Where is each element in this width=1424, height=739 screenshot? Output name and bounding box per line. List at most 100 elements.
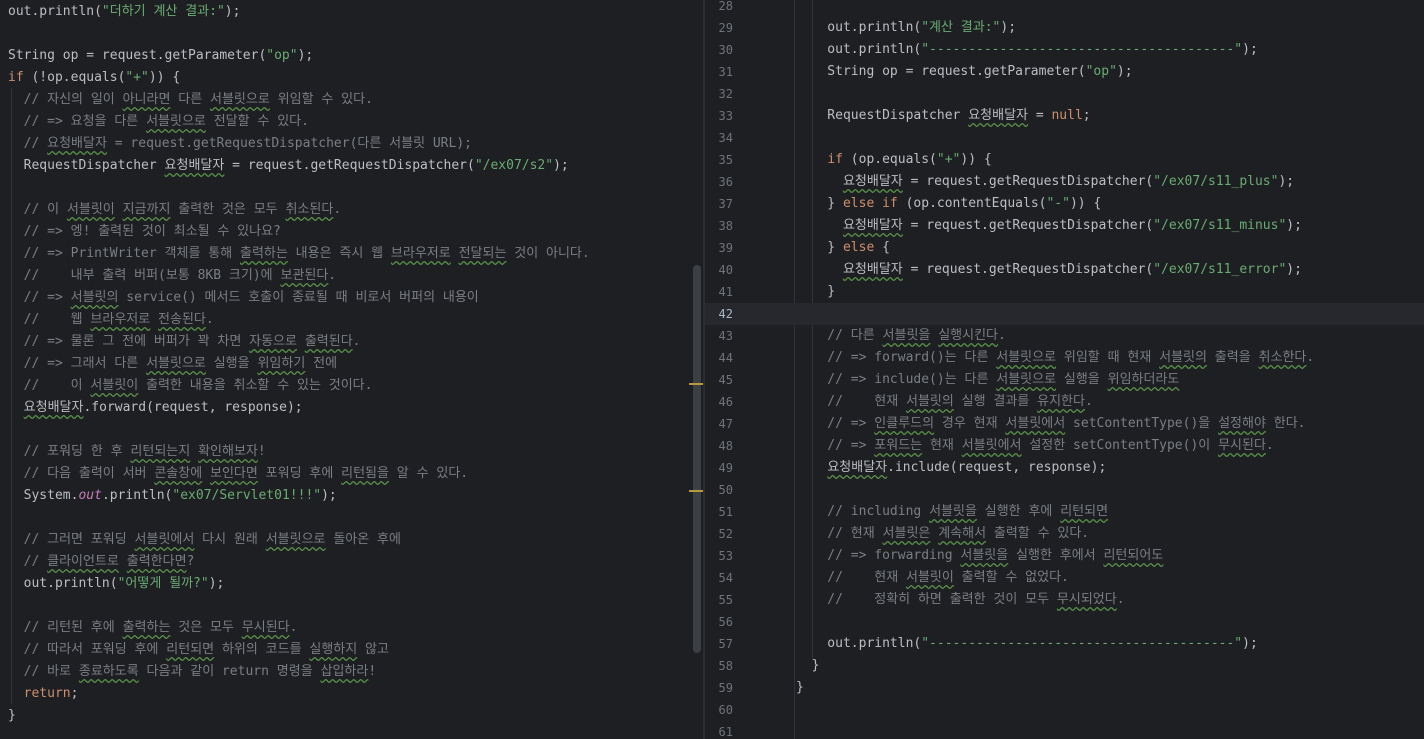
right-editor-pane[interactable]: 28 29 out.println("계산 결과:"); 30 out.printl… — [705, 0, 1424, 739]
code-line[interactable]: return; — [0, 683, 704, 705]
code-line[interactable]: 58 } — [705, 655, 1424, 677]
line-number[interactable]: 40 — [705, 259, 733, 281]
code-line[interactable]: System.out.println("ex07/Servlet01!!!"); — [0, 485, 704, 507]
code-line[interactable]: // 리턴된 후에 출력하는 것은 모두 무시된다. — [0, 617, 704, 639]
line-number[interactable]: 34 — [705, 127, 733, 149]
line-number[interactable]: 60 — [705, 699, 733, 721]
code-line[interactable]: // 다음 출력이 서버 콘솔창에 보인다면 포워딩 후에 리턴됨을 알 수 있… — [0, 463, 704, 485]
line-number[interactable]: 30 — [705, 39, 733, 61]
code-line[interactable]: 45 // => include()는 다른 서블릿으로 실행을 위임하더라도 — [705, 369, 1424, 391]
line-number[interactable]: 49 — [705, 457, 733, 479]
code-line[interactable]: 57 out.println("------------------------… — [705, 633, 1424, 655]
code-line[interactable]: 59} — [705, 677, 1424, 699]
code-line[interactable]: 33 RequestDispatcher 요청배달자 = null; — [705, 105, 1424, 127]
code-line[interactable]: // 바로 종료하도록 다음과 같이 return 명령을 삽입하라! — [0, 661, 704, 683]
code-line[interactable]: // => 물론 그 전에 버퍼가 꽉 차면 자동으로 출력된다. — [0, 331, 704, 353]
code-line[interactable]: if (!op.equals("+")) { — [0, 67, 704, 89]
code-line[interactable]: // 요청배달자 = request.getRequestDispatcher(… — [0, 133, 704, 155]
line-number[interactable]: 41 — [705, 281, 733, 303]
line-number[interactable]: 35 — [705, 149, 733, 171]
code-line[interactable]: // 클라이언트로 출력한다면? — [0, 551, 704, 573]
code-line[interactable]: } — [0, 705, 704, 727]
code-line[interactable]: 36 요청배달자 = request.getRequestDispatcher(… — [705, 171, 1424, 193]
line-number[interactable]: 50 — [705, 479, 733, 501]
code-line[interactable]: 61 — [705, 721, 1424, 739]
code-line[interactable]: 요청배달자.forward(request, response); — [0, 397, 704, 419]
code-line[interactable]: 54 // 현재 서블릿이 출력할 수 없었다. — [705, 567, 1424, 589]
code-line[interactable]: 28 — [705, 0, 1424, 17]
line-number[interactable]: 53 — [705, 545, 733, 567]
code-line[interactable]: 30 out.println("------------------------… — [705, 39, 1424, 61]
line-number[interactable]: 54 — [705, 567, 733, 589]
code-line[interactable]: 40 요청배달자 = request.getRequestDispatcher(… — [705, 259, 1424, 281]
code-line[interactable]: // 그러면 포워딩 서블릿에서 다시 원래 서블릿으로 돌아온 후에 — [0, 529, 704, 551]
line-number[interactable]: 31 — [705, 61, 733, 83]
code-line[interactable]: 29 out.println("계산 결과:"); — [705, 17, 1424, 39]
line-number[interactable]: 43 — [705, 325, 733, 347]
code-line[interactable]: 60 — [705, 699, 1424, 721]
code-line[interactable]: 39 } else { — [705, 237, 1424, 259]
code-line[interactable]: 47 // => 인클루드의 경우 현재 서블릿에서 setContentTyp… — [705, 413, 1424, 435]
code-line[interactable]: // => 그래서 다른 서블릿으로 실행을 위임하기 전에 — [0, 353, 704, 375]
code-line[interactable]: 35 if (op.equals("+")) { — [705, 149, 1424, 171]
code-line[interactable]: 46 // 현재 서블릿의 실행 결과를 유지한다. — [705, 391, 1424, 413]
line-number[interactable]: 37 — [705, 193, 733, 215]
code-line[interactable]: // 이 서블릿이 출력한 내용을 취소할 수 있는 것이다. — [0, 375, 704, 397]
code-line[interactable]: 42 — [705, 303, 1424, 325]
code-line[interactable]: // => 서블릿의 service() 메서드 호출이 종료될 때 비로서 버… — [0, 287, 704, 309]
line-number[interactable]: 44 — [705, 347, 733, 369]
warning-marker[interactable] — [689, 383, 703, 385]
code-line[interactable] — [0, 595, 704, 617]
code-line[interactable]: 52 // 현재 서블릿은 계속해서 출력할 수 있다. — [705, 523, 1424, 545]
code-line[interactable]: out.println("어떻게 될까?"); — [0, 573, 704, 595]
code-line[interactable]: 34 — [705, 127, 1424, 149]
code-line[interactable]: // => 요청을 다른 서블릿으로 전달할 수 있다. — [0, 111, 704, 133]
line-number[interactable]: 51 — [705, 501, 733, 523]
line-number[interactable]: 61 — [705, 721, 733, 739]
line-number[interactable]: 48 — [705, 435, 733, 457]
code-line[interactable]: // 내부 출력 버퍼(보통 8KB 크기)에 보관된다. — [0, 265, 704, 287]
code-line[interactable]: 53 // => forwarding 서블릿을 실행한 후에서 리턴되어도 — [705, 545, 1424, 567]
code-line[interactable] — [0, 419, 704, 441]
code-line[interactable]: // 포워딩 한 후 리턴되는지 확인해보자! — [0, 441, 704, 463]
line-number[interactable]: 57 — [705, 633, 733, 655]
line-number[interactable]: 56 — [705, 611, 733, 633]
code-line[interactable]: 50 — [705, 479, 1424, 501]
line-number[interactable]: 29 — [705, 17, 733, 39]
line-number[interactable]: 58 — [705, 655, 733, 677]
code-line[interactable]: // 웹 브라우저로 전송된다. — [0, 309, 704, 331]
code-line[interactable]: 44 // => forward()는 다른 서블릿으로 위임할 때 현재 서블… — [705, 347, 1424, 369]
code-line[interactable]: 32 — [705, 83, 1424, 105]
code-line[interactable]: // 따라서 포워딩 후에 리턴되면 하위의 코드를 실행하지 않고 — [0, 639, 704, 661]
line-number[interactable]: 55 — [705, 589, 733, 611]
code-line[interactable]: 38 요청배달자 = request.getRequestDispatcher(… — [705, 215, 1424, 237]
line-number[interactable]: 45 — [705, 369, 733, 391]
code-line[interactable]: 48 // => 포워드는 현재 서블릿에서 설정한 setContentTyp… — [705, 435, 1424, 457]
code-line[interactable] — [0, 507, 704, 529]
code-line[interactable]: 49 요청배달자.include(request, response); — [705, 457, 1424, 479]
code-line[interactable]: // => 엥! 출력된 것이 최소될 수 있나요? — [0, 221, 704, 243]
line-number[interactable]: 38 — [705, 215, 733, 237]
line-number[interactable]: 59 — [705, 677, 733, 699]
code-line[interactable]: // => PrintWriter 객체를 통해 출력하는 내용은 즉시 웹 브… — [0, 243, 704, 265]
code-line[interactable] — [0, 23, 704, 45]
line-number[interactable]: 28 — [705, 0, 733, 17]
line-number[interactable]: 47 — [705, 413, 733, 435]
code-line[interactable]: 55 // 정확히 하면 출력한 것이 모두 무시되었다. — [705, 589, 1424, 611]
code-line[interactable]: 41 } — [705, 281, 1424, 303]
line-number[interactable]: 39 — [705, 237, 733, 259]
code-line[interactable]: 43 // 다른 서블릿을 실행시킨다. — [705, 325, 1424, 347]
code-line[interactable]: 56 — [705, 611, 1424, 633]
line-number[interactable]: 52 — [705, 523, 733, 545]
line-number[interactable]: 32 — [705, 83, 733, 105]
code-line[interactable] — [0, 177, 704, 199]
vertical-scrollbar[interactable] — [693, 265, 701, 653]
code-line[interactable]: // 이 서블릿이 지금까지 출력한 것은 모두 취소된다. — [0, 199, 704, 221]
line-number[interactable]: 36 — [705, 171, 733, 193]
code-line[interactable]: 31 String op = request.getParameter("op"… — [705, 61, 1424, 83]
warning-marker[interactable] — [689, 490, 703, 492]
line-number[interactable]: 46 — [705, 391, 733, 413]
code-line[interactable]: RequestDispatcher 요청배달자 = request.getReq… — [0, 155, 704, 177]
code-line[interactable]: 37 } else if (op.contentEquals("-")) { — [705, 193, 1424, 215]
code-line[interactable]: String op = request.getParameter("op"); — [0, 45, 704, 67]
